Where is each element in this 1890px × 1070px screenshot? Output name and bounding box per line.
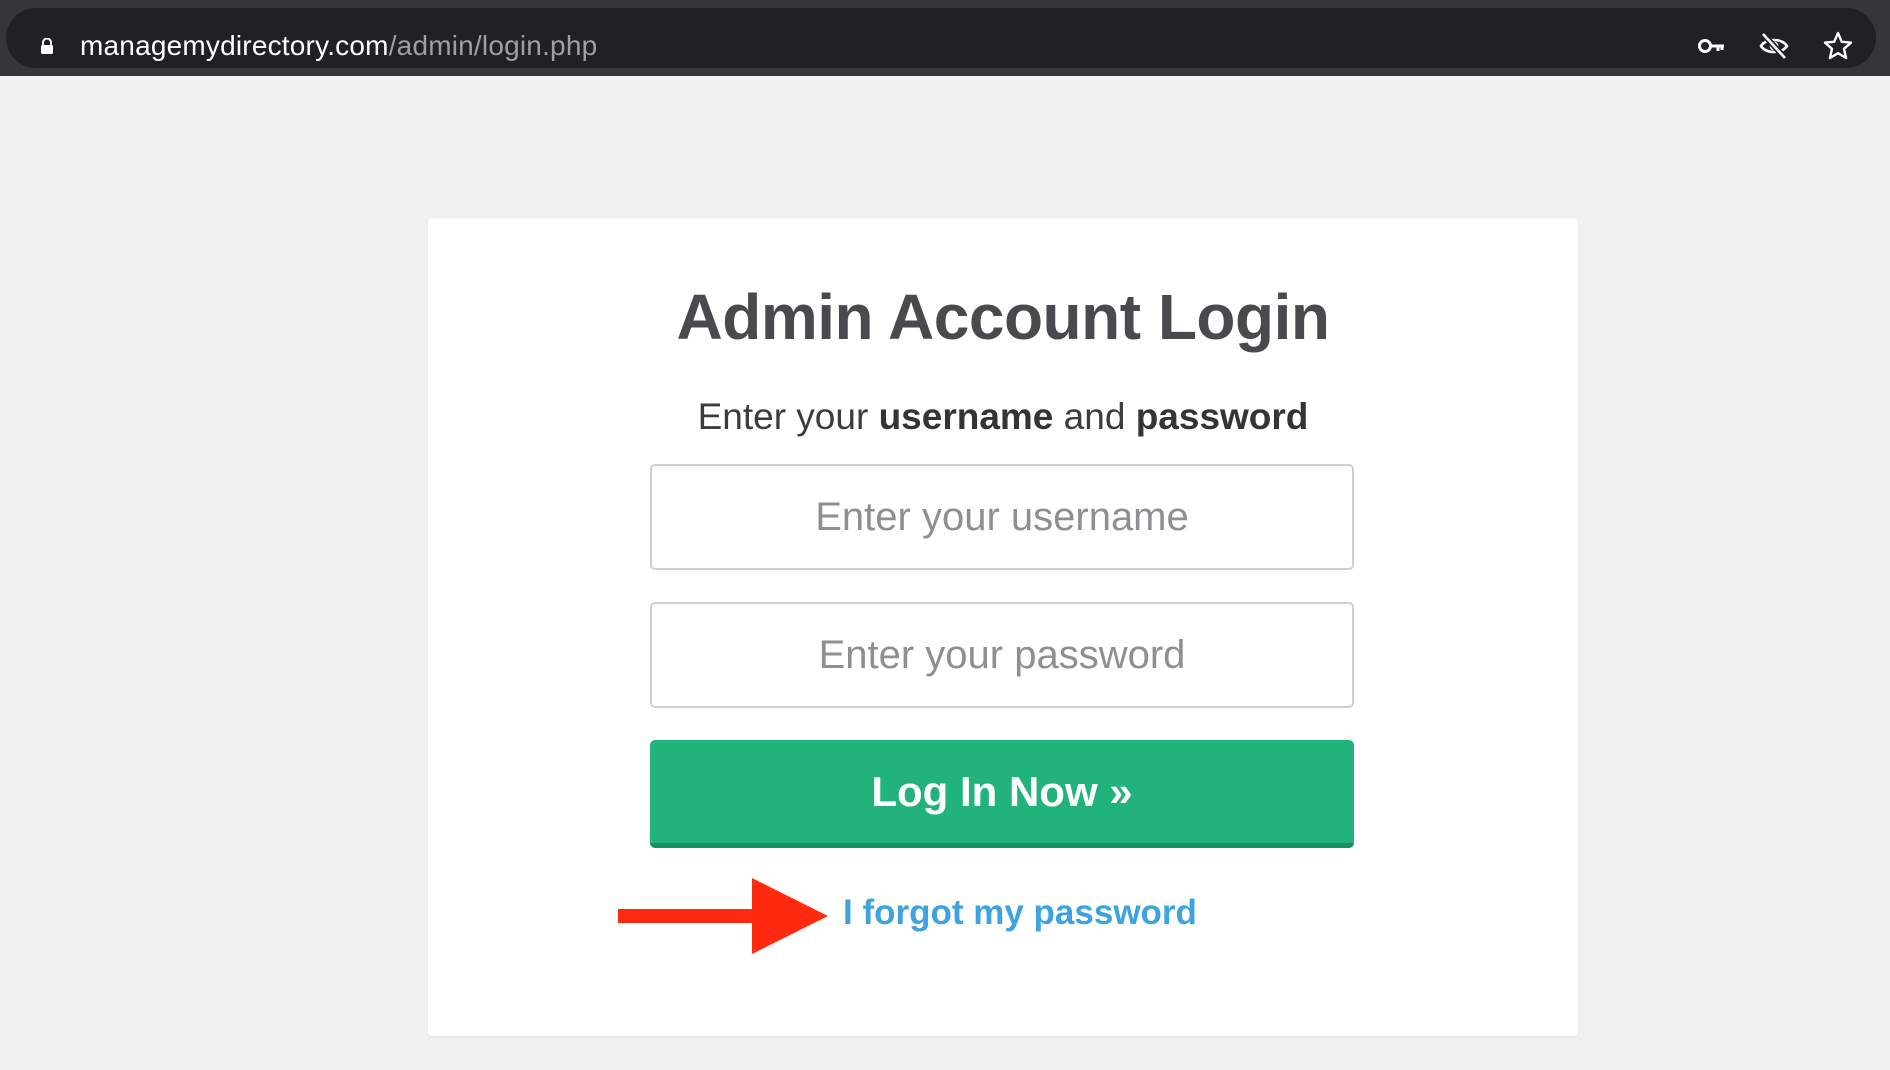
- lock-icon[interactable]: [40, 38, 54, 54]
- instructions-password: password: [1135, 396, 1309, 437]
- url-host: managemydirectory.com: [80, 30, 389, 61]
- star-icon[interactable]: [1822, 30, 1854, 62]
- username-input[interactable]: [650, 464, 1354, 570]
- eye-off-icon[interactable]: [1758, 30, 1790, 62]
- instructions-username: username: [878, 396, 1054, 437]
- url-text[interactable]: managemydirectory.com/admin/login.php: [80, 26, 597, 66]
- password-input[interactable]: [650, 602, 1354, 708]
- instructions-and: and: [1053, 396, 1136, 437]
- instructions-prefix: Enter your: [697, 396, 879, 437]
- login-instructions: Enter your username and password: [0, 396, 1890, 438]
- browser-toolbar: managemydirectory.com/admin/login.php: [0, 0, 1890, 76]
- page-title: Admin Account Login: [676, 281, 1330, 353]
- url-path: /admin/login.php: [388, 30, 598, 61]
- address-bar[interactable]: managemydirectory.com/admin/login.php: [6, 8, 1876, 68]
- forgot-password-link[interactable]: I forgot my password: [843, 893, 1197, 933]
- red-arrow-annotation: [618, 878, 828, 954]
- key-icon[interactable]: [1696, 30, 1728, 62]
- log-in-button[interactable]: Log In Now »: [650, 740, 1354, 848]
